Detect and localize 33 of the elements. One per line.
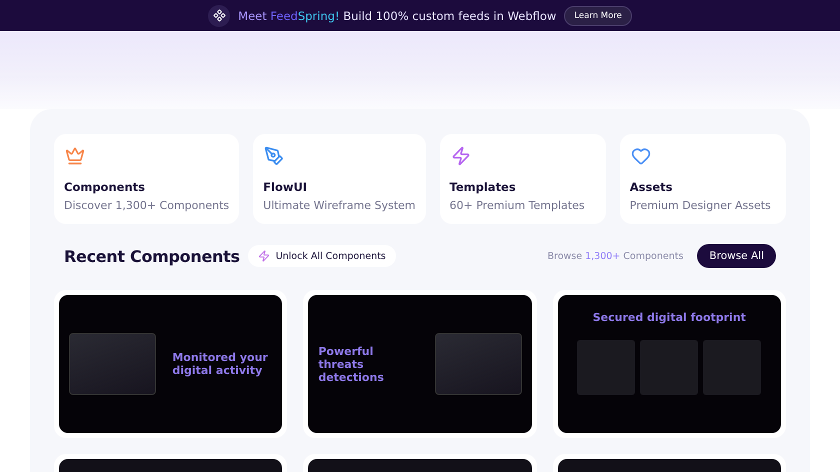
lightning-icon <box>450 146 472 166</box>
preview-card[interactable]: Secured digital footprint <box>552 290 786 438</box>
preview-card[interactable]: Monitored your digital activity <box>54 290 288 438</box>
heart-icon <box>630 146 652 166</box>
category-card[interactable]: Templates 60+ Premium Templates <box>440 134 606 224</box>
browse-all-button[interactable]: Browse All <box>697 244 776 268</box>
category-title: Templates <box>450 180 517 194</box>
category-card[interactable]: Components Discover 1,300+ Components <box>54 134 240 224</box>
component-icon <box>208 4 230 26</box>
category-title: Assets <box>630 180 674 194</box>
learn-more-button[interactable]: Learn More <box>564 6 632 26</box>
crown-icon <box>64 146 86 166</box>
preview-card[interactable]: Powerful threats detections <box>303 290 537 438</box>
category-card[interactable]: FlowUI Ultimate Wireframe System <box>253 134 426 224</box>
category-card[interactable]: Assets Premium Designer Assets <box>620 134 786 224</box>
category-subtitle: 60+ Premium Templates <box>450 199 586 212</box>
preview-headline: Monitored your digital activity <box>172 351 269 377</box>
preview-headline: Secured digital footprint <box>592 311 746 324</box>
section-title: Recent Components <box>64 246 240 266</box>
category-subtitle: Premium Designer Assets <box>630 199 772 212</box>
lightning-icon <box>258 250 270 262</box>
banner-message: Meet FeedSpring! Build 100% custom feeds in Webflow <box>238 8 556 22</box>
preview-headline: Powerful threats detections <box>318 344 385 384</box>
category-subtitle: Ultimate Wireframe System <box>263 199 416 212</box>
pen-tool-icon <box>263 146 286 166</box>
category-subtitle: Discover 1,300+ Components <box>64 199 230 212</box>
category-title: Components <box>64 180 146 194</box>
browse-count-text: Browse 1,300+ Components <box>547 250 684 262</box>
category-title: FlowUI <box>263 180 308 194</box>
unlock-button[interactable]: Unlock All Components <box>248 245 396 267</box>
preview-tile <box>577 340 636 395</box>
preview-tile <box>640 340 698 395</box>
preview-tile <box>703 340 762 395</box>
